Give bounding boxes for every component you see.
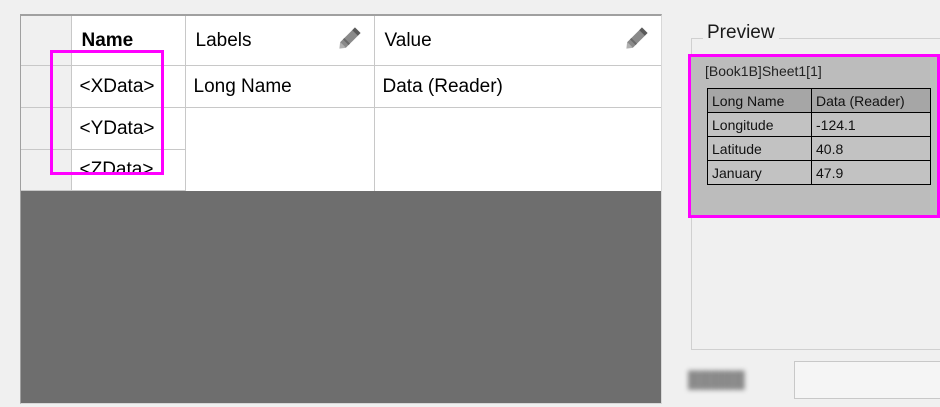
labels-header-label: Labels xyxy=(195,29,252,51)
name-column-header[interactable]: Name xyxy=(71,16,186,66)
name-cell[interactable]: <XData> xyxy=(71,65,186,108)
value-header-label: Value xyxy=(384,29,432,51)
preview-header-cell: Long Name xyxy=(707,88,812,113)
preview-value-cell: 47.9 xyxy=(811,160,931,185)
row-header[interactable] xyxy=(21,65,72,108)
labels-cell[interactable] xyxy=(185,149,375,191)
preview-header-cell: Data (Reader) xyxy=(811,88,931,113)
preview-legend: Preview xyxy=(703,22,779,44)
table-row: <XData> Long Name Data (Reader) xyxy=(21,65,661,108)
labels-cell[interactable] xyxy=(185,107,375,150)
labels-cell[interactable]: Long Name xyxy=(185,65,375,108)
row-header[interactable] xyxy=(21,149,72,191)
value-cell[interactable]: Data (Reader) xyxy=(374,65,661,108)
value-cell[interactable] xyxy=(374,149,661,191)
pencil-icon[interactable] xyxy=(336,24,364,52)
preview-label-cell: Longitude xyxy=(707,112,812,137)
preview-label-cell: Latitude xyxy=(707,136,812,161)
preview-label-cell: January xyxy=(707,160,812,185)
name-cell[interactable]: <ZData> xyxy=(71,149,186,191)
preview-row: January 47.9 xyxy=(707,160,931,185)
preview-header-row: Long Name Data (Reader) xyxy=(707,88,931,113)
blurred-label: █████ xyxy=(688,372,745,389)
header-row: Name Labels Value xyxy=(21,16,661,66)
preview-row: Longitude -124.1 xyxy=(707,112,931,137)
value-column-header[interactable]: Value xyxy=(374,16,661,66)
pencil-icon[interactable] xyxy=(623,24,651,52)
column-label-dialog: Name Labels Value <XData> Long Name Data… xyxy=(0,0,940,407)
blurred-input-field[interactable] xyxy=(794,361,940,399)
preview-row: Latitude 40.8 xyxy=(707,136,931,161)
table-row: <YData> xyxy=(21,107,661,150)
preview-value-cell: -124.1 xyxy=(811,112,931,137)
value-cell[interactable] xyxy=(374,107,661,150)
preview-sheet-title: [Book1B]Sheet1[1] xyxy=(705,63,822,79)
name-cell[interactable]: <YData> xyxy=(71,107,186,150)
label-grid: Name Labels Value <XData> Long Name Data… xyxy=(20,14,662,404)
corner-cell[interactable] xyxy=(21,16,72,66)
labels-column-header[interactable]: Labels xyxy=(185,16,375,66)
name-header-label: Name xyxy=(81,29,134,51)
label-table: Name Labels Value <XData> Long Name Data… xyxy=(21,16,661,191)
row-header[interactable] xyxy=(21,107,72,150)
preview-table: Long Name Data (Reader) Longitude -124.1… xyxy=(707,88,931,185)
preview-value-cell: 40.8 xyxy=(811,136,931,161)
preview-panel: [Book1B]Sheet1[1] Long Name Data (Reader… xyxy=(688,54,940,218)
table-row: <ZData> xyxy=(21,149,661,191)
